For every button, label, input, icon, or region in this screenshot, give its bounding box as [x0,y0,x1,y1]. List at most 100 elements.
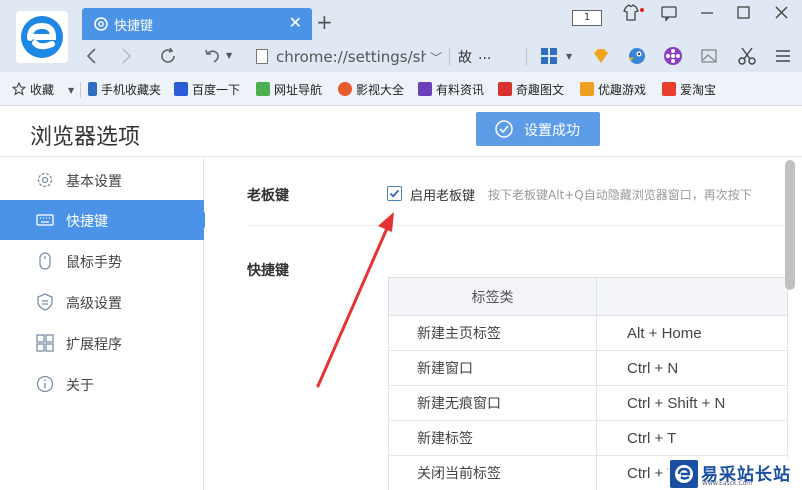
checkmark-icon [389,189,400,198]
tab-close-icon[interactable]: ✕ [289,14,302,32]
sidebar-item-label: 快捷键 [66,214,108,230]
bookmark-item[interactable]: 网址导航 [256,81,322,98]
section-divider [247,225,787,226]
shortcut-keys[interactable]: Ctrl + N [596,350,788,386]
boss-key-checkbox-label[interactable]: 启用老板键 [410,185,475,204]
bookmarks-bar: 收藏 ▼ 手机收藏夹 百度一下 网址导航 影视大全 有料资讯 奇趣图文 优趣游戏… [0,72,802,106]
shortcut-keys[interactable]: Ctrl + Shift + N [596,385,788,421]
reload-icon[interactable] [156,44,180,68]
bookmark-label: 影视大全 [356,83,405,97]
nav-bar: ▼ chrome://settings/sho ﹀ 故 ... ▼ [72,42,802,72]
table-row: 新建标签 Ctrl + T [388,420,788,456]
phone-icon [88,82,97,96]
scrollbar-thumb[interactable] [785,160,795,290]
bookmarks-divider [80,82,81,98]
settings-header: 浏览器选项 设置成功 [0,107,802,157]
shortcuts-section-title: 快捷键 [247,263,289,279]
scissors-icon[interactable] [736,45,758,67]
sidebar-item-extensions[interactable]: 扩展程序 [0,323,204,363]
undo-dropdown-icon[interactable]: ▼ [226,51,232,60]
sidebar-item-shortcuts[interactable]: 快捷键 [0,200,212,240]
skin-icon[interactable] [618,0,644,26]
favorites-dropdown-icon[interactable]: ▼ [68,86,74,95]
check-circle-icon [495,120,513,138]
address-bar[interactable]: chrome://settings/sho ﹀ [252,44,448,70]
gear-icon [37,172,53,188]
column-header [596,277,788,316]
news-ticker-more: ... [478,47,492,63]
chevron-down-icon[interactable]: ﹀ [430,49,442,66]
shortcut-action: 新建标签 [388,420,597,456]
video-icon [338,82,352,96]
sidebar-item-label: 扩展程序 [66,337,122,353]
new-tab-button[interactable]: + [316,10,333,34]
bookmark-item[interactable]: 奇趣图文 [498,81,564,98]
news-ticker[interactable]: 故 [458,47,472,67]
url-text[interactable]: chrome://settings/sho [276,48,426,66]
bookmark-label: 有料资讯 [436,83,485,97]
news-icon [418,82,432,96]
boss-key-section-title: 老板键 [247,188,289,204]
table-row: 新建窗口 Ctrl + N [388,350,788,386]
back-icon[interactable] [80,44,104,68]
sidebar-item-mouse-gesture[interactable]: 鼠标手势 [0,241,204,281]
shortcut-keys[interactable]: Ctrl + T [596,420,788,456]
table-row: 新建无痕窗口 Ctrl + Shift + N [388,385,788,421]
apps-dropdown-icon[interactable]: ▼ [566,52,572,61]
bookmark-item[interactable]: 影视大全 [338,81,404,98]
bookmark-item[interactable]: 有料资讯 [418,81,484,98]
star-icon [11,81,27,96]
toolbar-divider [526,48,527,66]
shortcut-keys[interactable]: Alt + Home [596,315,788,351]
puzzle-icon [36,334,54,352]
shortcut-action: 新建主页标签 [388,315,597,351]
message-icon[interactable] [656,0,682,26]
browser-logo-icon[interactable] [16,11,68,63]
forward-icon[interactable] [114,44,138,68]
page-title: 浏览器选项 [30,125,141,150]
notification-dot [640,8,644,12]
apps-icon[interactable] [538,45,560,67]
settings-sidebar: 基本设置 快捷键 鼠标手势 高级设置 扩展程序 关于 [0,158,212,490]
shortcut-action: 新建无痕窗口 [388,385,597,421]
sidebar-item-about[interactable]: 关于 [0,364,204,404]
favorites-menu[interactable]: 收藏 [11,81,54,98]
bookmark-label: 手机收藏夹 [101,83,162,97]
title-bar: 快捷键 ✕ + 1 ▼ chrome://settings/sho ﹀ 故 ..… [0,0,802,72]
watermark-subtext: Www.Easck.Com [702,480,753,487]
minimize-icon[interactable] [694,0,720,26]
bookmark-item[interactable]: 百度一下 [174,81,240,98]
sidebar-item-label: 鼠标手势 [66,255,122,271]
boss-key-checkbox[interactable] [387,186,402,201]
bookmark-item[interactable]: 手机收藏夹 [88,81,161,98]
close-window-icon[interactable] [768,0,794,26]
info-icon [36,375,54,393]
toast-text: 设置成功 [524,123,580,139]
bookmark-label: 网址导航 [274,83,323,97]
shortcut-action: 关闭当前标签 [388,455,597,490]
bookmark-label: 爱淘宝 [680,83,717,97]
mouse-icon [39,252,51,270]
keyboard-icon [36,214,54,226]
sidebar-item-advanced[interactable]: 高级设置 [0,282,204,322]
success-toast: 设置成功 [476,112,600,146]
sidebar-item-label: 基本设置 [66,174,122,190]
menu-icon[interactable] [772,45,794,67]
game-grid-icon [580,82,594,96]
game-icon[interactable] [662,45,684,67]
tab-shortcuts[interactable]: 快捷键 ✕ [82,8,312,40]
bird-icon[interactable] [626,45,648,67]
undo-icon[interactable] [200,44,224,68]
image-icon[interactable] [698,45,720,67]
maximize-icon[interactable] [730,0,756,26]
sidebar-item-label: 高级设置 [66,296,122,312]
bookmark-item[interactable]: 优趣游戏 [580,81,646,98]
watermark-logo-icon [670,460,698,488]
tab-counter[interactable]: 1 [572,10,602,26]
diamond-icon[interactable] [590,45,612,67]
column-header: 标签类 [388,277,597,316]
shield-icon [37,293,53,311]
bookmark-item[interactable]: 爱淘宝 [662,81,716,98]
sidebar-item-basic[interactable]: 基本设置 [0,160,204,200]
boss-key-description: 按下老板键Alt+Q自动隐藏浏览器窗口，再次按下 [488,188,752,202]
